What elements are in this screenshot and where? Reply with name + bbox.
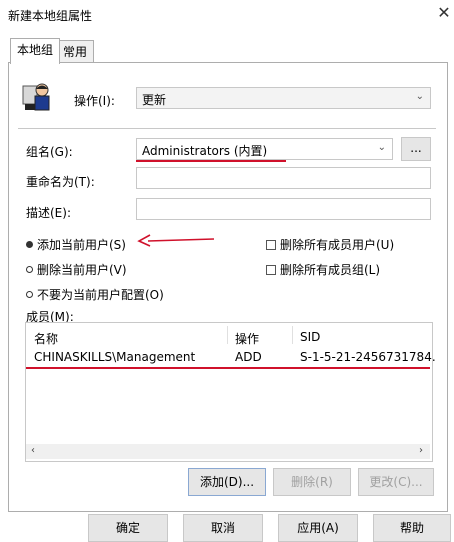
- tab-common[interactable]: 常用: [56, 40, 95, 63]
- tab-local-group[interactable]: 本地组: [10, 38, 61, 64]
- radio-remove-current-user[interactable]: 删除当前用户(V): [26, 261, 127, 278]
- remove-member-button[interactable]: 删除(R): [273, 468, 351, 496]
- members-list[interactable]: [25, 322, 433, 462]
- member-name: CHINASKILLS\Management: [34, 350, 196, 364]
- divider: [18, 128, 436, 129]
- group-name-value: Administrators (内置): [142, 144, 268, 158]
- group-name-label: 组名(G):: [26, 145, 73, 159]
- checkbox-delete-all-groups[interactable]: 删除所有成员组(L): [266, 261, 380, 278]
- apply-button[interactable]: 应用(A): [278, 514, 358, 542]
- users-group-icon: [20, 80, 54, 114]
- radio-add-current-user[interactable]: 添加当前用户(S): [26, 236, 126, 253]
- change-member-button[interactable]: 更改(C)...: [358, 468, 434, 496]
- close-icon[interactable]: ✕: [436, 4, 452, 22]
- chevron-down-icon: ⌄: [415, 91, 424, 102]
- scroll-left-icon[interactable]: ‹: [31, 445, 35, 456]
- ok-button[interactable]: 确定: [88, 514, 168, 542]
- column-header-name[interactable]: 名称: [34, 330, 58, 347]
- checkbox-icon: [266, 239, 276, 250]
- radio-icon: [26, 266, 33, 273]
- action-label: 操作(I):: [74, 94, 115, 108]
- checkbox-label: 删除所有成员组(L): [280, 263, 381, 277]
- description-input[interactable]: [136, 198, 431, 220]
- chevron-down-icon: ⌄: [377, 142, 386, 153]
- radio-selected-icon: [26, 241, 33, 248]
- column-header-sid[interactable]: SID: [300, 330, 320, 344]
- browse-group-button[interactable]: ...: [401, 137, 431, 161]
- horizontal-scrollbar[interactable]: [26, 444, 430, 459]
- group-name-select[interactable]: Administrators (内置) ⌄: [136, 138, 393, 160]
- radio-icon: [26, 291, 33, 298]
- rename-label: 重命名为(T):: [26, 175, 95, 189]
- scroll-right-icon[interactable]: ›: [419, 445, 423, 456]
- checkbox-delete-all-users[interactable]: 删除所有成员用户(U): [266, 236, 394, 253]
- radio-label: 不要为当前用户配置(O): [37, 288, 164, 302]
- add-member-button[interactable]: 添加(D)...: [188, 468, 266, 496]
- column-divider: [227, 326, 228, 344]
- checkbox-label: 删除所有成员用户(U): [280, 238, 395, 252]
- radio-no-config-current-user[interactable]: 不要为当前用户配置(O): [26, 286, 164, 303]
- rename-input[interactable]: [136, 167, 431, 189]
- cancel-button[interactable]: 取消: [183, 514, 263, 542]
- action-select[interactable]: 更新 ⌄: [136, 87, 431, 109]
- radio-label: 删除当前用户(V): [37, 263, 127, 277]
- member-action: ADD: [235, 350, 262, 364]
- red-underline-annotation: [136, 160, 286, 162]
- member-sid: S-1-5-21-2456731784.: [300, 350, 436, 364]
- checkbox-icon: [266, 264, 276, 275]
- help-button[interactable]: 帮助: [373, 514, 451, 542]
- red-underline-annotation: [26, 367, 430, 369]
- window-title: 新建本地组属性: [8, 9, 93, 23]
- radio-label: 添加当前用户(S): [37, 238, 126, 252]
- column-divider: [292, 326, 293, 344]
- description-label: 描述(E):: [26, 206, 71, 220]
- action-select-value: 更新: [142, 93, 167, 107]
- column-header-action[interactable]: 操作: [235, 330, 259, 347]
- red-arrow-annotation: [136, 233, 216, 252]
